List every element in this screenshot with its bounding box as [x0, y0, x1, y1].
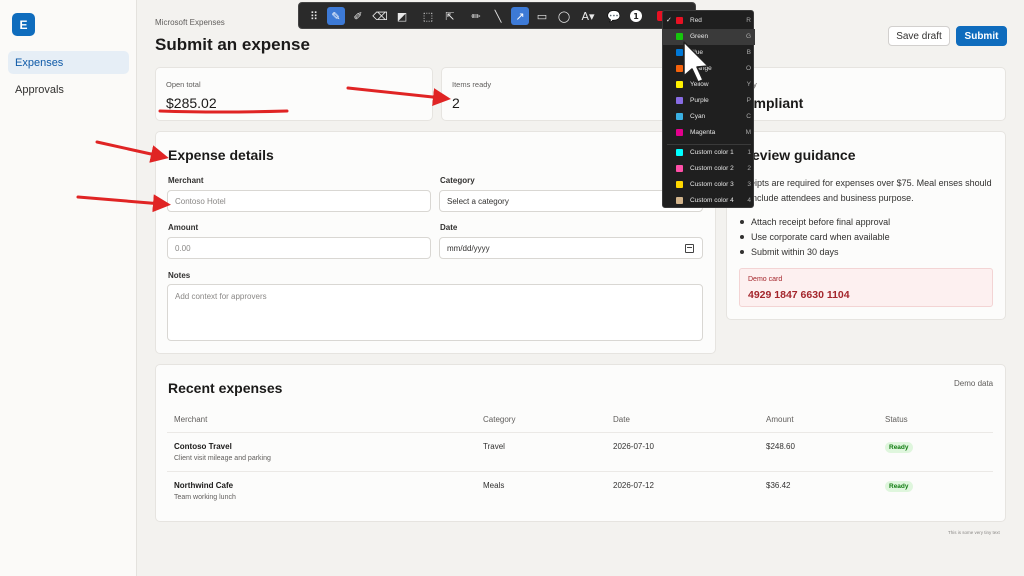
- row-date: 2026-07-12: [613, 481, 654, 490]
- status-badge: Ready: [885, 481, 913, 492]
- sidebar-item-expenses[interactable]: Expenses: [8, 51, 129, 74]
- color-option-cyan[interactable]: Cyan C: [663, 109, 755, 125]
- guidance-text: eipts are required for expenses over $75…: [750, 178, 992, 203]
- submit-button[interactable]: Submit: [956, 26, 1007, 46]
- color-option-red[interactable]: ✓ Red R: [663, 13, 755, 29]
- color-option-yellow[interactable]: Yellow Y: [663, 77, 755, 93]
- color-option-custom-1[interactable]: Custom color 11: [663, 145, 755, 161]
- calendar-icon[interactable]: [685, 244, 694, 253]
- list-item: Submit within 30 days: [740, 244, 890, 259]
- stat-label: Open total: [166, 80, 201, 89]
- notes-textarea[interactable]: Add context for approvers: [167, 284, 703, 341]
- demo-data-note: Demo data: [954, 379, 994, 388]
- color-option-custom-2[interactable]: Custom color 22: [663, 161, 755, 177]
- arrow-tool-icon[interactable]: ↗: [511, 7, 529, 25]
- recent-expenses-card: [155, 364, 1006, 522]
- highlighter-icon[interactable]: ✐: [349, 7, 367, 25]
- row-date: 2026-07-10: [613, 442, 654, 451]
- status-badge: Ready: [885, 442, 913, 453]
- date-placeholder: mm/dd/yyyy: [447, 243, 490, 253]
- pointer-icon[interactable]: ⇱: [441, 7, 459, 25]
- text-tool-icon[interactable]: A▾: [577, 7, 599, 25]
- column-header[interactable]: Category: [483, 415, 515, 424]
- row-merchant: Contoso Travel: [174, 442, 232, 451]
- divider: [167, 471, 993, 472]
- sidebar-item-label: Approvals: [15, 83, 64, 96]
- drag-handle-icon[interactable]: ⠿: [305, 7, 323, 25]
- stat-value: 2: [452, 95, 460, 111]
- list-item: Use corporate card when available: [740, 229, 890, 244]
- pencil-icon[interactable]: ✏: [467, 7, 485, 25]
- footer-tiny-text: This is some very tiny text: [948, 530, 1000, 535]
- ellipse-tool-icon[interactable]: ◯: [555, 7, 573, 25]
- demo-card-label: Demo card: [748, 276, 783, 283]
- column-header[interactable]: Amount: [766, 415, 794, 424]
- sidebar-item-label: Expenses: [15, 56, 64, 69]
- row-description: Client visit mileage and parking: [174, 455, 271, 462]
- select-region-icon[interactable]: ⬚: [419, 7, 437, 25]
- row-merchant: Northwind Cafe: [174, 481, 234, 490]
- row-category: Travel: [483, 442, 505, 451]
- column-header[interactable]: Status: [885, 415, 908, 424]
- row-description: Team working lunch: [174, 494, 236, 501]
- demo-card-number: 4929 1847 6630 1104: [748, 289, 850, 301]
- rectangle-tool-icon[interactable]: ▭: [533, 7, 551, 25]
- line-tool-icon[interactable]: ╲: [489, 7, 507, 25]
- step-counter-icon[interactable]: 1: [627, 7, 645, 25]
- eraser-icon[interactable]: ⌫: [371, 7, 389, 25]
- section-title: Recent expenses: [168, 380, 283, 396]
- row-amount: $36.42: [766, 481, 791, 490]
- list-item: Attach receipt before final approval: [740, 214, 890, 229]
- column-header[interactable]: Merchant: [174, 415, 207, 424]
- column-header[interactable]: Date: [613, 415, 630, 424]
- callout-tool-icon[interactable]: 💬: [603, 7, 625, 25]
- app-logo: E: [12, 13, 35, 36]
- notes-label: Notes: [168, 271, 191, 280]
- stat-label: Items ready: [452, 80, 492, 89]
- demo-card: Demo card 4929 1847 6630 1104: [739, 268, 993, 307]
- crop-icon[interactable]: ◩: [393, 7, 411, 25]
- page-title: Submit an expense: [155, 35, 310, 54]
- save-draft-button[interactable]: Save draft: [888, 26, 950, 46]
- section-title: eview guidance: [752, 147, 856, 163]
- color-menu: ✓ Red R Green G Blue B Orange O Yellow Y Purp…: [662, 10, 755, 209]
- color-option-magenta[interactable]: Magenta M: [663, 125, 755, 141]
- breadcrumb: Microsoft Expenses: [155, 18, 225, 27]
- color-option-purple[interactable]: Purple P: [663, 93, 755, 109]
- stat-card-open-total: Open total $285.02: [155, 67, 433, 121]
- row-category: Meals: [483, 481, 505, 490]
- check-icon: ✓: [666, 17, 672, 24]
- color-option-blue[interactable]: Blue B: [663, 45, 755, 61]
- merchant-label: Merchant: [168, 176, 204, 185]
- date-label: Date: [440, 223, 458, 232]
- pen-tool-icon[interactable]: ✎: [327, 7, 345, 25]
- section-title: Expense details: [168, 147, 274, 163]
- row-amount: $248.60: [766, 442, 795, 451]
- merchant-input[interactable]: Contoso Hotel: [167, 190, 431, 212]
- amount-label: Amount: [168, 223, 199, 232]
- guidance-list: Attach receipt before final approval Use…: [740, 214, 890, 259]
- category-label: Category: [440, 176, 475, 185]
- color-option-custom-4[interactable]: Custom color 44: [663, 193, 755, 209]
- date-input[interactable]: mm/dd/yyyy: [439, 237, 703, 259]
- amount-input[interactable]: 0.00: [167, 237, 431, 259]
- annotation-toolbar: ⠿ ✎ ✐ ⌫ ◩ ⬚ ⇱ ✏ ╲ ↗ ▭ ◯ A▾ 💬 1: [298, 2, 696, 29]
- color-option-custom-3[interactable]: Custom color 33: [663, 177, 755, 193]
- color-option-green[interactable]: Green G: [663, 29, 755, 45]
- stat-value: $285.02: [166, 95, 217, 111]
- stat-card-compliance: y ompliant: [726, 67, 1006, 121]
- sidebar: E Expenses Approvals: [0, 0, 137, 576]
- color-option-orange[interactable]: Orange O: [663, 61, 755, 77]
- sidebar-item-approvals[interactable]: Approvals: [8, 78, 129, 101]
- divider: [167, 432, 993, 433]
